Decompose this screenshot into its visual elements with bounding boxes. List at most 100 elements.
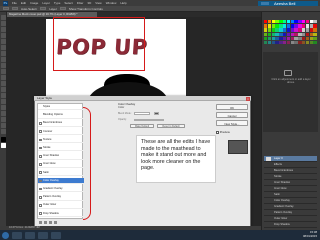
stamp-tool-icon[interactable] <box>1 63 6 68</box>
menu-3d[interactable]: 3D <box>87 1 91 5</box>
ok-button[interactable]: OK <box>216 104 248 110</box>
style-checkbox[interactable] <box>39 179 42 183</box>
menu-image[interactable]: Image <box>30 1 38 5</box>
style-checkbox[interactable] <box>39 204 42 207</box>
make-default-button[interactable]: Make Default <box>130 124 154 128</box>
healing-tool-icon[interactable] <box>1 51 6 56</box>
style-checkbox[interactable] <box>39 212 42 215</box>
taskbar-photoshop-icon[interactable] <box>51 231 61 239</box>
background-color-swatch[interactable] <box>1 143 6 148</box>
foreground-color-swatch[interactable] <box>1 137 6 142</box>
menu-select[interactable]: Select <box>64 1 72 5</box>
layer-row[interactable]: Inner Glow <box>264 186 317 192</box>
style-item[interactable]: Bevel & Emboss <box>38 120 84 127</box>
style-checkbox[interactable] <box>39 122 42 125</box>
style-checkbox[interactable] <box>39 154 42 158</box>
crop-tool-icon[interactable] <box>1 39 6 44</box>
style-item[interactable]: Stroke <box>38 145 84 152</box>
hand-tool-icon[interactable] <box>1 123 6 128</box>
style-item[interactable]: Gradient Overlay <box>38 186 84 193</box>
layer-row[interactable]: Effects <box>264 162 317 168</box>
style-item[interactable]: Outer Glow <box>38 202 84 209</box>
blur-tool-icon[interactable] <box>1 87 6 92</box>
menu-type[interactable]: Type <box>54 1 61 5</box>
layer-option[interactable]: Layer <box>49 7 57 11</box>
style-item[interactable]: Blending Options <box>38 112 84 119</box>
fx-icon[interactable] <box>39 221 42 224</box>
type-tool-icon[interactable] <box>1 105 6 110</box>
layer-row[interactable]: Color Overlay <box>264 198 317 204</box>
swatches-panel[interactable] <box>264 20 317 48</box>
layer-row[interactable]: Outer Glow <box>264 216 317 222</box>
layer-row[interactable]: Gradient Overlay <box>264 204 317 210</box>
path-select-tool-icon[interactable] <box>1 111 6 116</box>
layer-row[interactable]: Pattern Overlay <box>264 210 317 216</box>
move-up-icon[interactable] <box>44 221 47 224</box>
layer-row[interactable]: Drop Shadow <box>264 222 317 228</box>
style-item[interactable]: Styles <box>38 104 84 111</box>
style-checkbox[interactable] <box>39 171 42 174</box>
lasso-tool-icon[interactable] <box>1 27 6 32</box>
auto-select-checkbox[interactable] <box>12 6 18 11</box>
eraser-tool-icon[interactable] <box>1 75 6 80</box>
layer-row[interactable]: Bevel & Emboss <box>264 168 317 174</box>
clock[interactable]: 15:38 08/01/2015 <box>303 230 317 239</box>
blend-mode-select[interactable] <box>134 111 150 115</box>
taskbar-media-icon[interactable] <box>38 231 48 239</box>
eyedropper-tool-icon[interactable] <box>1 45 6 50</box>
style-item[interactable]: Inner Shadow <box>38 153 84 160</box>
dodge-tool-icon[interactable] <box>1 93 6 98</box>
tool-preset-picker[interactable] <box>3 6 9 11</box>
brush-tool-icon[interactable] <box>1 57 6 62</box>
layer-row[interactable]: Inner Shadow <box>264 180 317 186</box>
menu-file[interactable]: File <box>12 1 17 5</box>
gradient-tool-icon[interactable] <box>1 81 6 86</box>
menu-layer[interactable]: Layer <box>42 1 50 5</box>
menu-edit[interactable]: Edit <box>21 1 26 5</box>
style-item[interactable]: Contour <box>38 129 84 135</box>
style-item[interactable]: Pattern Overlay <box>38 194 84 201</box>
transform-controls-checkbox[interactable] <box>59 6 66 11</box>
style-checkbox[interactable] <box>39 130 42 133</box>
layer-row[interactable]: Satin <box>264 192 317 198</box>
overlay-color-swatch[interactable] <box>154 111 159 115</box>
style-item[interactable]: Satin <box>38 170 84 176</box>
style-checkbox[interactable] <box>39 146 42 150</box>
menu-window[interactable]: Window <box>106 1 117 5</box>
zoom-tool-icon[interactable] <box>1 129 6 134</box>
color-swatch[interactable] <box>313 32 317 36</box>
auto-select-dropdown[interactable] <box>40 6 47 11</box>
cancel-button[interactable]: Cancel <box>216 112 248 118</box>
menu-filter[interactable]: Filter <box>77 1 84 5</box>
close-icon[interactable]: × <box>246 96 250 101</box>
taskbar-browser-icon[interactable] <box>25 231 35 239</box>
menu-view[interactable]: View <box>95 1 101 5</box>
shape-tool-icon[interactable] <box>1 117 6 122</box>
menu-help[interactable]: Help <box>120 1 126 5</box>
style-checkbox[interactable] <box>39 187 42 191</box>
style-item[interactable]: Inner Glow <box>38 161 84 168</box>
marquee-tool-icon[interactable] <box>1 21 6 26</box>
style-checkbox[interactable] <box>39 138 42 142</box>
layer-row[interactable]: Layer 0 <box>264 156 317 162</box>
color-swatch[interactable] <box>313 28 317 32</box>
trash-icon[interactable] <box>54 221 57 224</box>
style-item[interactable]: Drop Shadow <box>38 211 84 217</box>
move-down-icon[interactable] <box>49 221 52 224</box>
quick-select-tool-icon[interactable] <box>1 33 6 38</box>
style-item[interactable]: Texture <box>38 137 84 144</box>
pen-tool-icon[interactable] <box>1 99 6 104</box>
taskbar-explorer-icon[interactable] <box>12 231 22 239</box>
style-item[interactable]: Color Overlay <box>38 177 84 185</box>
layer-row[interactable]: Stroke <box>264 174 317 180</box>
color-swatch[interactable] <box>313 41 317 45</box>
opacity-slider[interactable] <box>134 118 164 121</box>
move-tool-icon[interactable] <box>1 15 6 20</box>
preview-checkbox[interactable]: Preview <box>216 130 230 134</box>
reset-default-button[interactable]: Reset to Default <box>157 124 185 128</box>
start-button-icon[interactable] <box>2 231 9 239</box>
style-checkbox[interactable] <box>39 195 42 199</box>
style-checkbox[interactable] <box>39 163 42 166</box>
color-swatch[interactable] <box>313 24 317 28</box>
history-brush-tool-icon[interactable] <box>1 69 6 74</box>
